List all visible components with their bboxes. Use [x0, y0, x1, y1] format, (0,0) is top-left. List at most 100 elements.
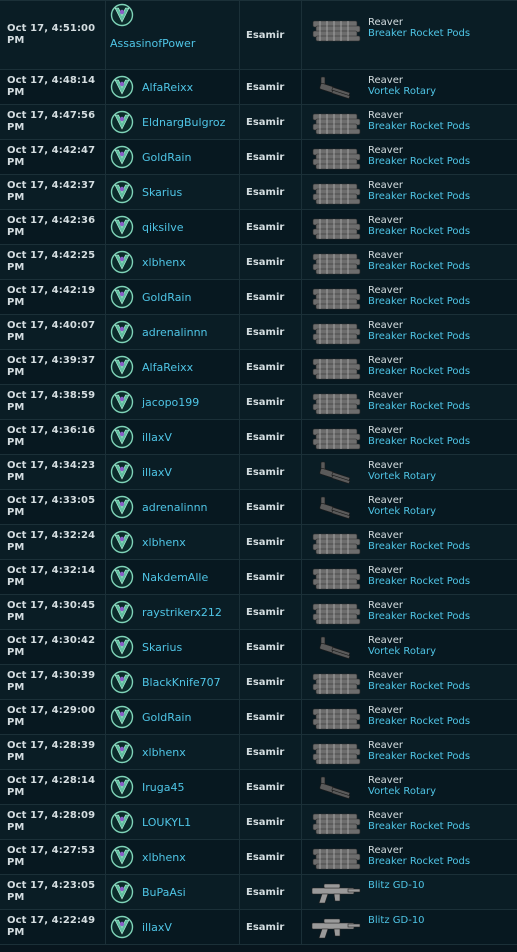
vehicle-name: Reaver — [368, 425, 403, 436]
continent-name: Esamir — [239, 244, 302, 280]
pilot-cell: GoldRain — [105, 279, 240, 315]
rocket-pods-icon — [312, 743, 361, 765]
weapon-name-link[interactable]: Vortek Rotary — [368, 471, 436, 482]
weapon-name-link[interactable]: Vortek Rotary — [368, 786, 436, 797]
weapon-name-link[interactable]: Breaker Rocket Pods — [368, 716, 470, 727]
vanu-faction-icon — [110, 215, 134, 239]
weapon-name-link[interactable]: Breaker Rocket Pods — [368, 226, 470, 237]
rifle-icon — [311, 883, 361, 904]
vehicle-name: Reaver — [368, 845, 403, 856]
vanu-faction-icon — [110, 705, 134, 729]
weapon-name-link[interactable]: Breaker Rocket Pods — [368, 401, 470, 412]
pilot-name-link[interactable]: illaxV — [142, 431, 172, 444]
pilot-cell: Skarius — [105, 174, 240, 210]
pilot-name-link[interactable]: adrenalinnn — [142, 501, 208, 514]
weapon-cell: Reaver Vortek Rotary — [301, 454, 517, 490]
pilot-name-link[interactable]: GoldRain — [142, 151, 191, 164]
rocket-pods-icon — [312, 813, 361, 835]
pilot-name-link[interactable]: qiksilve — [142, 221, 184, 234]
vanu-faction-icon — [110, 285, 134, 309]
weapon-name-link[interactable]: Vortek Rotary — [368, 86, 436, 97]
pilot-name-link[interactable]: xlbhenx — [142, 746, 186, 759]
weapon-name-link[interactable]: Breaker Rocket Pods — [368, 121, 470, 132]
rocket-pods-icon — [312, 393, 361, 415]
pilot-name-link[interactable]: Iruga45 — [142, 781, 184, 794]
vanu-faction-icon — [110, 635, 134, 659]
weapon-name-link[interactable]: Vortek Rotary — [368, 646, 436, 657]
pilot-name-link[interactable]: AlfaReixx — [142, 361, 193, 374]
weapon-name-link[interactable]: Breaker Rocket Pods — [368, 331, 470, 342]
pilot-name-link[interactable]: AssasinofPower — [110, 37, 195, 50]
weapon-name-link[interactable]: Breaker Rocket Pods — [368, 611, 470, 622]
pilot-name-link[interactable]: Skarius — [142, 641, 182, 654]
pilot-cell: xlbhenx — [105, 734, 240, 770]
weapon-name-link[interactable]: Breaker Rocket Pods — [368, 191, 470, 202]
pilot-name-link[interactable]: xlbhenx — [142, 536, 186, 549]
pilot-name-link[interactable]: GoldRain — [142, 291, 191, 304]
pilot-name-link[interactable]: adrenalinnn — [142, 326, 208, 339]
weapon-cell: Reaver Vortek Rotary — [301, 489, 517, 525]
pilot-cell: adrenalinnn — [105, 314, 240, 350]
pilot-name-link[interactable]: AlfaReixx — [142, 81, 193, 94]
weapon-name-link[interactable]: Breaker Rocket Pods — [368, 751, 470, 762]
weapon-name-link[interactable]: Breaker Rocket Pods — [368, 576, 470, 587]
kill-timestamp: Oct 17, 4:42:25 PM — [0, 244, 106, 280]
pilot-name-link[interactable]: xlbhenx — [142, 256, 186, 269]
weapon-name-link[interactable]: Breaker Rocket Pods — [368, 366, 470, 377]
kill-timestamp: Oct 17, 4:30:42 PM — [0, 629, 106, 665]
pilot-name-link[interactable]: raystrikerx212 — [142, 606, 222, 619]
weapon-cell: Reaver Breaker Rocket Pods — [301, 244, 517, 280]
pilot-cell: illaxV — [105, 909, 240, 945]
kill-row: Oct 17, 4:38:59 PM jacopo199 Esamir Reav… — [0, 384, 517, 420]
pilot-cell: GoldRain — [105, 139, 240, 175]
vehicle-name: Reaver — [368, 740, 403, 751]
continent-name: Esamir — [239, 559, 302, 595]
pilot-name-link[interactable]: xlbhenx — [142, 851, 186, 864]
weapon-name-link[interactable]: Breaker Rocket Pods — [368, 28, 470, 39]
pilot-cell: xlbhenx — [105, 524, 240, 560]
weapon-name-link[interactable]: Vortek Rotary — [368, 506, 436, 517]
pilot-name-link[interactable]: illaxV — [142, 466, 172, 479]
pilot-name-link[interactable]: BlackKnife707 — [142, 676, 221, 689]
weapon-name-link[interactable]: Breaker Rocket Pods — [368, 261, 470, 272]
weapon-name-link[interactable]: Blitz GD-10 — [368, 880, 425, 891]
weapon-name-link[interactable]: Breaker Rocket Pods — [368, 681, 470, 692]
vanu-faction-icon — [110, 845, 134, 869]
weapon-name-link[interactable]: Breaker Rocket Pods — [368, 436, 470, 447]
weapon-cell: Reaver Breaker Rocket Pods — [301, 0, 517, 70]
vanu-faction-icon — [110, 250, 134, 274]
rotary-icon — [319, 636, 351, 660]
weapon-name-link[interactable]: Breaker Rocket Pods — [368, 156, 470, 167]
weapon-name-link[interactable]: Breaker Rocket Pods — [368, 856, 470, 867]
vanu-faction-icon — [110, 180, 134, 204]
kill-timestamp: Oct 17, 4:30:45 PM — [0, 594, 106, 630]
vanu-faction-icon — [110, 425, 134, 449]
weapon-cell: Reaver Breaker Rocket Pods — [301, 664, 517, 700]
vanu-faction-icon — [110, 110, 134, 134]
weapon-cell: Reaver Breaker Rocket Pods — [301, 734, 517, 770]
pilot-name-link[interactable]: BuPaAsi — [142, 886, 186, 899]
rocket-pods-icon — [312, 568, 361, 590]
weapon-name-link[interactable]: Breaker Rocket Pods — [368, 296, 470, 307]
weapon-name-link[interactable]: Breaker Rocket Pods — [368, 821, 470, 832]
vanu-faction-icon — [110, 775, 134, 799]
kill-timestamp: Oct 17, 4:39:37 PM — [0, 349, 106, 385]
continent-name: Esamir — [239, 629, 302, 665]
vanu-faction-icon — [110, 670, 134, 694]
pilot-name-link[interactable]: GoldRain — [142, 711, 191, 724]
rocket-pods-icon — [312, 20, 361, 42]
kill-list-body: Oct 17, 4:51:00 PM AssasinofPower Esamir… — [0, 0, 517, 945]
pilot-name-link[interactable]: LOUKYL1 — [142, 816, 191, 829]
kill-row: Oct 17, 4:36:16 PM illaxV Esamir Reaver … — [0, 419, 517, 455]
weapon-name-link[interactable]: Blitz GD-10 — [368, 915, 425, 926]
pilot-cell: raystrikerx212 — [105, 594, 240, 630]
pilot-name-link[interactable]: EldnargBulgroz — [142, 116, 225, 129]
rocket-pods-icon — [312, 358, 361, 380]
pilot-name-link[interactable]: illaxV — [142, 921, 172, 934]
weapon-cell: Reaver Breaker Rocket Pods — [301, 594, 517, 630]
weapon-name-link[interactable]: Breaker Rocket Pods — [368, 541, 470, 552]
pilot-cell: Iruga45 — [105, 769, 240, 805]
pilot-name-link[interactable]: jacopo199 — [142, 396, 199, 409]
pilot-name-link[interactable]: Skarius — [142, 186, 182, 199]
pilot-name-link[interactable]: NakdemAlle — [142, 571, 208, 584]
